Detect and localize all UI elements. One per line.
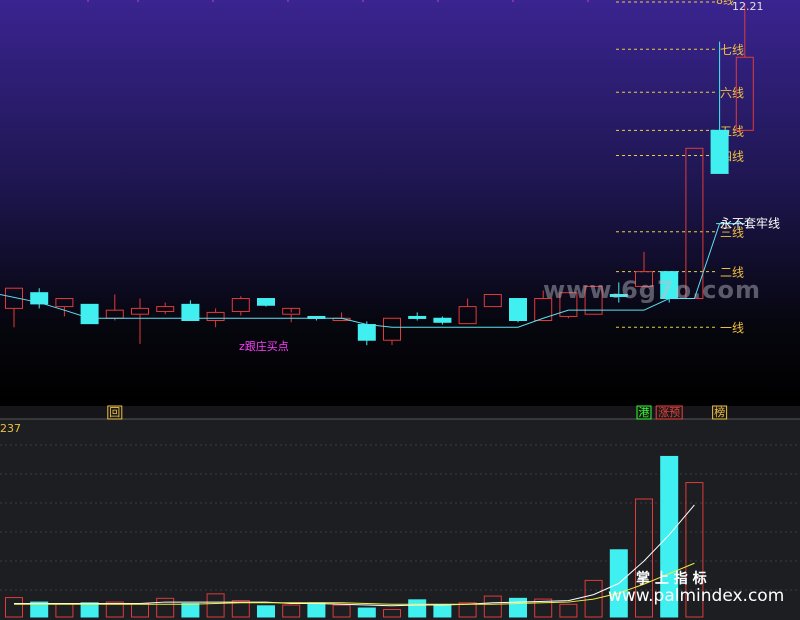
candle-body [509, 298, 527, 321]
candle-body [710, 129, 729, 174]
level-label: 一线 [720, 321, 744, 335]
watermark-zhangshang: 掌 上 指 标 [636, 570, 707, 587]
watermark-6g7o: www.6g7o.com [543, 276, 761, 304]
volume-max-label: 237 [0, 422, 21, 435]
event-marker-text: 回 [109, 406, 120, 419]
candle-body [80, 303, 99, 325]
candle [80, 303, 99, 325]
event-marker-text: 涨预 [658, 406, 680, 419]
event-marker[interactable]: 回 [107, 405, 123, 420]
level-label: 六线 [720, 86, 744, 100]
volume-bar [433, 604, 452, 618]
event-marker[interactable]: 港 [636, 405, 652, 420]
line-series-label: 永不套牢线 [720, 216, 780, 231]
candle [509, 298, 527, 323]
chart-stage: 七线 六线 五线 四线 三线 二线 一线 永不套牢线 回港涨预榜 www.6g7o.com … [0, 0, 800, 620]
midline-label: z跟庄买点 [239, 339, 289, 353]
stock-chart: 七线六线五线四线三线二线一线 永不套牢线 回港涨预榜 www.6g7o.com … [0, 0, 800, 620]
volume-bar [357, 607, 376, 618]
volume-bar [307, 602, 326, 618]
event-marker-text: 榜 [714, 405, 725, 419]
event-marker[interactable]: 榜 [712, 405, 728, 420]
candle-body [433, 317, 452, 323]
candle-body [408, 315, 427, 319]
candle-body [257, 298, 275, 306]
candle [257, 298, 275, 307]
watermark-palmindex: www.palmindex.com [608, 586, 784, 606]
volume-bar [509, 597, 527, 618]
volume-bar [408, 599, 427, 618]
volume-bar [80, 602, 99, 618]
volume-bar [257, 605, 275, 618]
event-marker-text: 港 [639, 406, 650, 419]
candle-body [357, 324, 376, 341]
volume-bar [181, 603, 200, 618]
price-panel-bg [0, 0, 800, 406]
top-level-label: 8线 [716, 0, 734, 7]
event-marker[interactable]: 涨预 [655, 405, 683, 420]
level-label: 七线 [720, 43, 744, 57]
price-max-label: 12.21 [732, 0, 764, 13]
